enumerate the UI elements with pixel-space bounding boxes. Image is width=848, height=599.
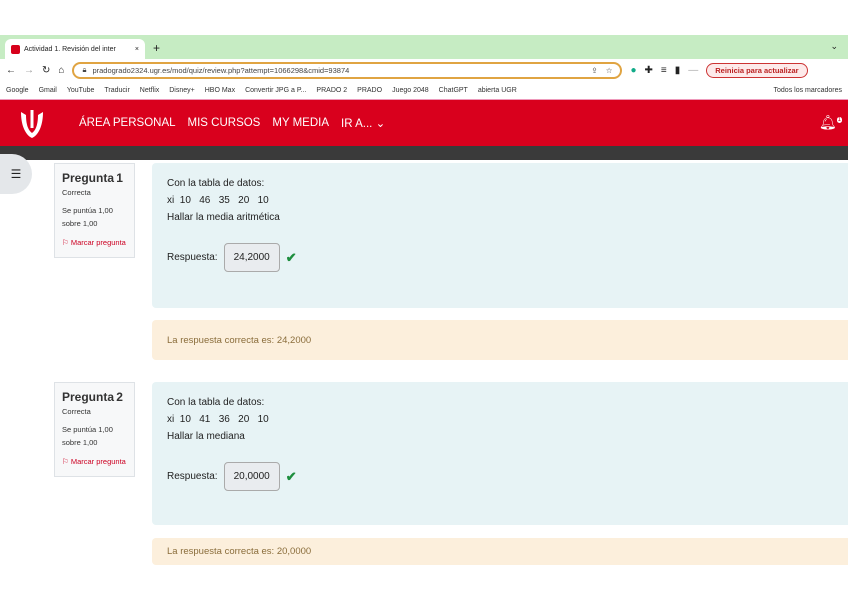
question-text: Con la tabla de datos: — [167, 178, 265, 189]
bookmark-traducir[interactable]: Traducir — [104, 87, 129, 94]
bookmark-star-icon[interactable]: ☆ — [606, 66, 613, 75]
question-content-2: Con la tabla de datos: xi 10 41 36 20 10… — [152, 382, 848, 525]
flag-icon: ⚐ — [62, 238, 69, 247]
restart-update-button[interactable]: Reinicia para actualizar — [706, 62, 808, 78]
site-navbar: ÁREA PERSONAL MIS CURSOS MY MEDIA IR A..… — [0, 100, 848, 146]
nav-ir-a-label: IR A... — [341, 118, 373, 130]
question-text: Con la tabla de datos: — [167, 397, 265, 408]
nav-mis-cursos[interactable]: MIS CURSOS — [188, 117, 261, 129]
new-tab-button[interactable]: + — [153, 41, 160, 55]
sidepanel-icon[interactable]: ▮ — [675, 65, 681, 76]
bookmark-chatgpt[interactable]: ChatGPT — [439, 87, 468, 94]
question-status: Correcta — [62, 407, 91, 416]
secondary-bar — [0, 146, 848, 160]
question-info-1: Pregunta 1 Correcta Se puntúa 1,00 sobre… — [54, 163, 135, 258]
bookmark-prado2[interactable]: PRADO 2 — [316, 87, 347, 94]
question-number: 2 — [116, 390, 123, 404]
nav-area-personal[interactable]: ÁREA PERSONAL — [79, 117, 176, 129]
tab-title: Actividad 1. Revisión del inter — [24, 45, 116, 53]
bookmark-disney[interactable]: Disney+ — [169, 87, 194, 94]
tab-list-chevron-icon[interactable]: ⌄ — [830, 41, 838, 52]
bookmark-hbo[interactable]: HBO Max — [205, 87, 235, 94]
media-icon[interactable]: ≡ — [661, 65, 667, 76]
browser-tab[interactable]: Actividad 1. Revisión del inter × — [5, 39, 145, 59]
ugr-logo-icon[interactable] — [17, 106, 47, 140]
flag-icon: ⚐ — [62, 457, 69, 466]
answer-label: Respuesta: — [167, 252, 218, 263]
browser-toolbar: ← → ↻ ⌂ 🔒︎ pradogrado2324.ugr.es/mod/quiz… — [0, 59, 848, 81]
answer-input[interactable]: 24,2000 — [223, 243, 280, 272]
answer-input[interactable]: 20,0000 — [223, 462, 280, 491]
bookmark-youtube[interactable]: YouTube — [67, 87, 95, 94]
list-icon: ☰ — [10, 167, 22, 181]
question-data: xi 10 41 36 20 10 — [167, 414, 269, 425]
chevron-down-icon: ⌄ — [375, 118, 386, 130]
forward-icon[interactable]: → — [24, 65, 34, 76]
back-icon[interactable]: ← — [6, 65, 16, 76]
bookmark-netflix[interactable]: Netflix — [140, 87, 159, 94]
bookmark-convertir[interactable]: Convertir JPG a P... — [245, 87, 306, 94]
question-label: Pregunta — [62, 171, 115, 185]
bookmark-prado[interactable]: PRADO — [357, 87, 382, 94]
question-prompt: Hallar la media aritmética — [167, 212, 280, 223]
notification-bell-icon[interactable]: 🔔︎1 — [819, 114, 842, 131]
address-bar[interactable]: 🔒︎ pradogrado2324.ugr.es/mod/quiz/review.… — [72, 61, 623, 79]
bookmark-gmail[interactable]: Gmail — [39, 87, 57, 94]
home-icon[interactable]: ⌂ — [58, 65, 64, 76]
question-max: sobre 1,00 — [62, 438, 98, 447]
drawer-toggle-button[interactable]: ☰ — [0, 154, 32, 194]
prado-favicon-icon — [11, 44, 20, 54]
flag-question-link[interactable]: ⚐ Marcar pregunta — [62, 236, 127, 249]
correct-check-icon: ✔ — [285, 469, 297, 484]
answer-label: Respuesta: — [167, 471, 218, 482]
question-status: Correcta — [62, 188, 91, 197]
nav-ir-a[interactable]: IR A... ⌄ — [341, 116, 385, 130]
url-text: pradogrado2324.ugr.es/mod/quiz/review.ph… — [92, 65, 350, 75]
share-icon[interactable]: ⇪ — [591, 66, 597, 75]
question-score: Se puntúa 1,00 — [62, 425, 113, 434]
lock-icon: 🔒︎ — [82, 65, 87, 74]
question-number: 1 — [116, 171, 123, 185]
flag-question-link[interactable]: ⚐ Marcar pregunta — [62, 455, 127, 468]
feedback-2: La respuesta correcta es: 20,0000 — [152, 538, 848, 565]
question-content-1: Con la tabla de datos: xi 10 46 35 20 10… — [152, 163, 848, 308]
reload-icon[interactable]: ↻ — [42, 65, 50, 76]
bookmark-2048[interactable]: Juego 2048 — [392, 87, 429, 94]
question-data: xi 10 46 35 20 10 — [167, 195, 269, 206]
question-info-2: Pregunta 2 Correcta Se puntúa 1,00 sobre… — [54, 382, 135, 477]
browser-chrome: Actividad 1. Revisión del inter × + ⌄ ← →… — [0, 35, 848, 100]
nav-my-media[interactable]: MY MEDIA — [272, 117, 329, 129]
correct-check-icon: ✔ — [285, 250, 297, 265]
profile-icon[interactable]: — — [688, 65, 698, 76]
flag-label: Marcar pregunta — [70, 238, 126, 247]
question-label: Pregunta — [62, 390, 115, 404]
bookmark-google[interactable]: Google — [6, 87, 29, 94]
question-max: sobre 1,00 — [62, 219, 98, 228]
close-tab-icon[interactable]: × — [135, 46, 139, 53]
all-bookmarks[interactable]: Todos los marcadores — [774, 87, 842, 94]
question-score: Se puntúa 1,00 — [62, 206, 113, 215]
extension-icon[interactable]: ● — [630, 65, 636, 76]
puzzle-icon[interactable]: ✚ — [644, 65, 652, 76]
bookmarks-bar: Google Gmail YouTube Traducir Netflix Di… — [0, 81, 848, 100]
feedback-1: La respuesta correcta es: 24,2000 — [152, 320, 848, 360]
bookmark-abierta-ugr[interactable]: abierta UGR — [478, 87, 517, 94]
flag-label: Marcar pregunta — [70, 457, 126, 466]
question-prompt: Hallar la mediana — [167, 431, 245, 442]
notification-count: 1 — [836, 117, 842, 124]
